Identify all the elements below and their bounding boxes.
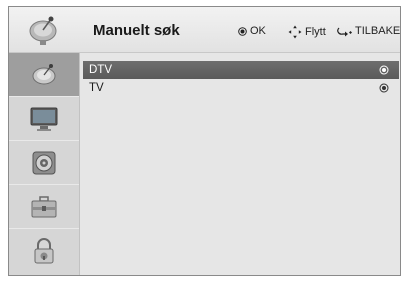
option-dtv[interactable]: DTV [83, 61, 399, 79]
help-back-label: TILBAKE [355, 25, 401, 37]
help-ok-label: OK [250, 25, 266, 37]
radio-selected-icon [379, 65, 389, 75]
back-return-icon [337, 27, 352, 37]
sidebar-item-sound[interactable] [9, 141, 79, 185]
page-title: Manuelt søk [93, 22, 180, 39]
ok-button-icon [238, 26, 247, 36]
manual-search-window: Manuelt søk OK Flytt TILBAKE DTV TV [8, 6, 401, 276]
option-tv[interactable]: TV [83, 79, 399, 97]
option-label: TV [89, 82, 104, 94]
header-bar: Manuelt søk OK Flytt TILBAKE [9, 7, 400, 53]
option-label: DTV [89, 64, 112, 76]
radio-icon [379, 83, 389, 93]
sidebar-item-lock[interactable] [9, 229, 79, 273]
help-back: TILBAKE [336, 25, 400, 37]
speaker-icon [32, 151, 56, 174]
option-list: DTV TV [81, 55, 399, 273]
help-ok: OK [238, 25, 266, 37]
help-move: Flytt [288, 25, 326, 39]
toolbox-icon [31, 195, 57, 217]
tv-screen-icon [30, 107, 58, 131]
sidebar-item-channels[interactable] [9, 53, 79, 97]
satellite-dish-icon [21, 9, 65, 49]
help-move-label: Flytt [305, 26, 326, 38]
sidebar [9, 53, 80, 275]
satellite-dish-icon [32, 63, 56, 84]
padlock-icon [34, 238, 54, 264]
sidebar-item-picture[interactable] [9, 97, 79, 141]
sidebar-item-setup[interactable] [9, 185, 79, 229]
navigate-arrows-icon [288, 25, 302, 39]
